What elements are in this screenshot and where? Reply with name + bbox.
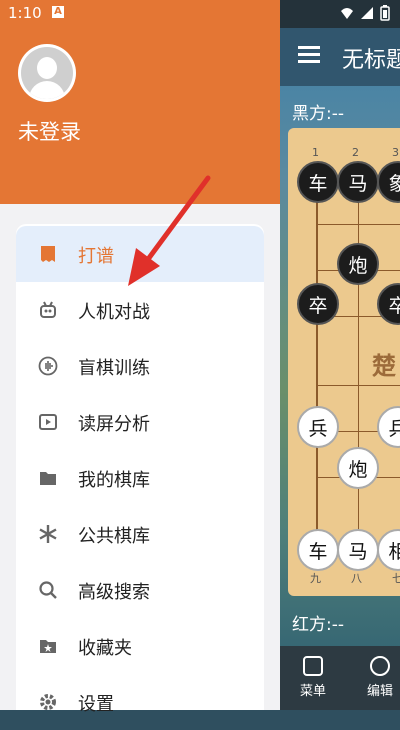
menu-item-label: 高级搜索	[78, 582, 150, 603]
top-coord: 3	[392, 146, 399, 159]
grid-icon	[303, 656, 323, 676]
board-line	[358, 178, 359, 550]
menu-item-label: 收藏夹	[78, 638, 132, 659]
edit-pencil-icon	[370, 656, 390, 676]
red-horse-piece[interactable]: 马	[337, 529, 379, 571]
menu-item-label: 盲棋训练	[78, 358, 150, 379]
gear-icon	[40, 694, 56, 710]
user-icon	[21, 47, 73, 99]
black-soldier-piece[interactable]: 卒	[297, 283, 339, 325]
menu-item-label: 人机对战	[78, 302, 150, 323]
screen-play-icon	[39, 414, 57, 430]
red-chariot-piece[interactable]: 车	[297, 529, 339, 571]
menu-item-advanced-search[interactable]: 高级搜索	[16, 562, 264, 618]
robot-icon	[40, 301, 56, 318]
menu-item-favorites[interactable]: 收藏夹	[16, 618, 264, 674]
navigation-drawer: 1:10 A 未登录 打谱 人机对战 盲棋训练 读屏分析 我的棋库 公共棋库 高…	[0, 0, 280, 715]
menu-item-label: 公共棋库	[78, 526, 150, 547]
menu-item-my-library[interactable]: 我的棋库	[16, 450, 264, 506]
menu-item-score[interactable]: 打谱	[16, 226, 264, 282]
bottom-coord: 八	[351, 572, 362, 585]
signal-icon	[361, 7, 373, 19]
bottom-coord: 七	[392, 572, 400, 585]
menu-item-settings[interactable]: 设置	[16, 674, 264, 730]
red-player-label: 红方:--	[292, 615, 344, 635]
menu-item-public-library[interactable]: 公共棋库	[16, 506, 264, 562]
battery-icon	[380, 5, 390, 21]
login-status[interactable]: 未登录	[18, 116, 81, 146]
search-icon	[39, 581, 57, 599]
status-time: 1:10	[8, 4, 42, 22]
river-text: 楚	[372, 352, 396, 380]
menu-item-screen-analysis[interactable]: 读屏分析	[16, 394, 264, 450]
menu-item-label: 读屏分析	[78, 414, 150, 435]
menu-item-label: 我的棋库	[78, 470, 150, 491]
app-title: 无标题	[342, 48, 400, 73]
black-horse-piece[interactable]: 马	[337, 161, 379, 203]
menu-item-vs-ai[interactable]: 人机对战	[16, 282, 264, 338]
asterisk-icon	[39, 525, 57, 543]
edit-tab[interactable]: 编辑	[355, 656, 400, 699]
hamburger-menu-icon[interactable]	[298, 46, 320, 64]
wifi-icon	[341, 8, 353, 19]
menu-tab[interactable]: 菜单	[288, 656, 338, 699]
status-bar-left: 1:10 A	[0, 0, 280, 28]
notification-a-icon: A	[52, 6, 64, 18]
top-coord: 2	[352, 146, 359, 159]
menu-item-blind-training[interactable]: 盲棋训练	[16, 338, 264, 394]
menu-item-label: 打谱	[78, 246, 114, 267]
black-cannon-piece[interactable]: 炮	[337, 243, 379, 285]
red-soldier-piece[interactable]: 兵	[297, 406, 339, 448]
edit-tab-label: 编辑	[366, 684, 393, 699]
red-cannon-piece[interactable]: 炮	[337, 447, 379, 489]
black-chariot-piece[interactable]: 车	[297, 161, 339, 203]
top-coord: 1	[312, 146, 319, 159]
avatar[interactable]	[18, 44, 76, 102]
audio-wave-icon	[38, 356, 58, 376]
star-folder-icon	[40, 640, 56, 653]
status-icons	[340, 5, 390, 21]
folder-icon	[40, 472, 56, 485]
drawer-header: 1:10 A 未登录	[0, 0, 280, 204]
score-sheet-icon	[41, 246, 55, 262]
menu-item-label: 设置	[78, 694, 114, 715]
menu-tab-label: 菜单	[299, 684, 326, 699]
bottom-coord: 九	[310, 572, 321, 585]
black-player-label: 黑方:--	[292, 104, 344, 124]
